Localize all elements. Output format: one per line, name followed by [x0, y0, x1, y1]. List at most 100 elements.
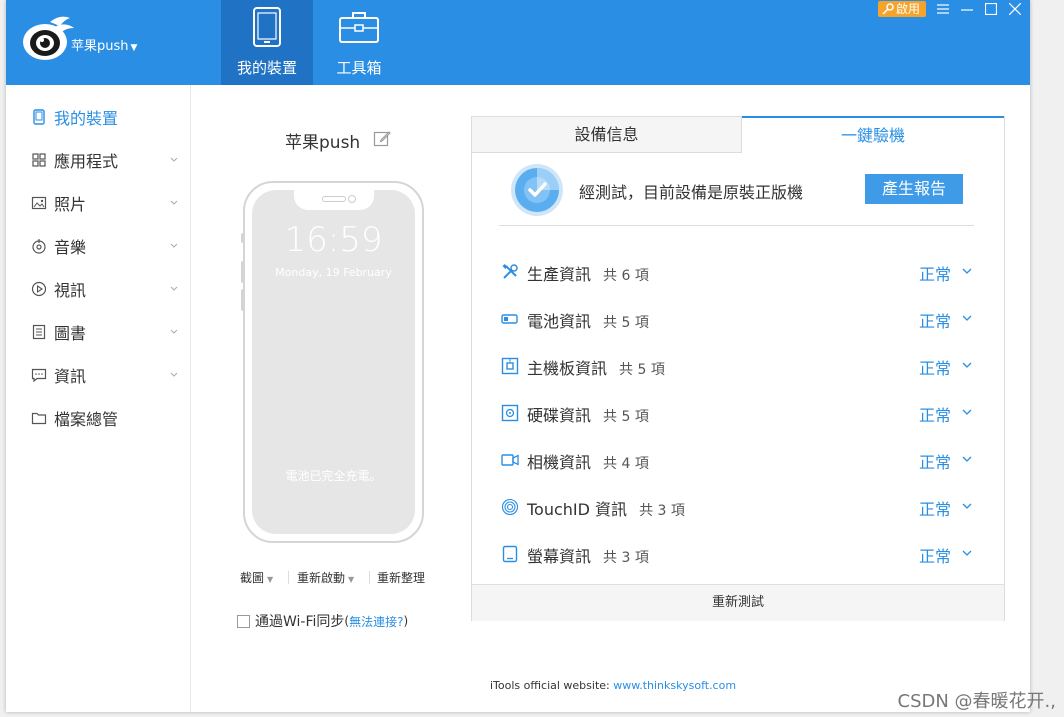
check-row-touchid[interactable]: TouchID 資訊共 3 項 正常: [499, 491, 979, 521]
generate-report-button[interactable]: 產生報告: [865, 174, 963, 204]
device-icon: [33, 108, 45, 125]
maximize-icon[interactable]: [984, 2, 998, 16]
edit-icon[interactable]: [373, 129, 391, 147]
check-row-name: 生產資訊: [527, 265, 592, 284]
folder-icon: [31, 412, 47, 424]
lockscreen-time: 16:59: [284, 220, 383, 260]
caret-down-icon: ▼: [348, 575, 355, 584]
sidebar-item-apps[interactable]: 應用程式: [6, 138, 190, 181]
check-row-label: 螢幕資訊共 3 項: [527, 543, 649, 567]
caret-down-icon: ▼: [130, 43, 138, 53]
check-row-status: 正常: [919, 500, 952, 519]
chevron-down-icon: [962, 268, 972, 274]
check-row-production[interactable]: 生產資訊共 6 項 正常: [499, 256, 979, 286]
wifi-sync-label: 通過Wi-Fi同步: [255, 614, 345, 630]
paren-close: ): [403, 614, 409, 628]
menu-icon[interactable]: [936, 2, 950, 16]
book-icon: [32, 324, 46, 339]
sidebar-item-label: 檔案總管: [54, 409, 119, 429]
check-row-status: 正常: [919, 453, 952, 472]
chevron-down-icon: [962, 456, 972, 462]
check-row-label: TouchID 資訊共 3 項: [527, 496, 685, 520]
phone-frame: 16:59 Monday, 19 February 電池已完全充電。: [243, 181, 424, 543]
watermark: CSDN @春暖花开.,: [897, 691, 1056, 712]
apps-grid-icon: [32, 152, 46, 167]
tab-my-device[interactable]: 我的裝置: [221, 0, 313, 85]
key-icon: [882, 3, 894, 15]
sidebar-item-books[interactable]: 圖書: [6, 310, 190, 353]
check-row-hard-disk[interactable]: 硬碟資訊共 5 項 正常: [499, 397, 979, 427]
check-row-motherboard[interactable]: 主機板資訊共 5 項 正常: [499, 350, 979, 380]
check-row-name: TouchID 資訊: [527, 500, 628, 519]
check-row-count: 共 5 項: [619, 362, 665, 378]
sidebar-item-photos[interactable]: 照片: [6, 181, 190, 224]
restart-button[interactable]: 重新啟動 ▼: [297, 569, 354, 586]
tab-toolbox-label: 工具箱: [336, 59, 382, 77]
chevron-down-icon: [962, 409, 972, 415]
chevron-down-icon: [170, 157, 178, 162]
close-icon[interactable]: [1008, 2, 1022, 16]
tab-one-click-check[interactable]: 一鍵驗機: [742, 116, 1004, 153]
check-row-battery[interactable]: 電池資訊共 5 項 正常: [499, 303, 979, 333]
reorganize-button-label: 重新整理: [377, 571, 426, 585]
check-row-screen[interactable]: 螢幕資訊共 3 項 正常: [499, 538, 979, 568]
enable-button[interactable]: 啟用: [877, 1, 926, 17]
sidebar-item-file-manager[interactable]: 檔案總管: [6, 396, 190, 439]
sidebar-item-my-device[interactable]: 我的裝置: [6, 95, 190, 138]
check-row-camera[interactable]: 相機資訊共 4 項 正常: [499, 444, 979, 474]
sidebar-item-label: 資訊: [54, 366, 87, 386]
lockscreen-date: Monday, 19 February: [275, 266, 392, 279]
minimize-icon[interactable]: [960, 2, 974, 16]
check-row-label: 主機板資訊共 5 項: [527, 355, 665, 379]
device-name: 苹果push: [285, 133, 361, 153]
chevron-down-icon: [170, 329, 178, 334]
divider: [499, 225, 974, 226]
camera-icon: [501, 454, 519, 466]
website-link[interactable]: www.thinkskysoft.com: [613, 679, 736, 692]
wifi-sync-option: 通過Wi-Fi同步 ( 無法連接? ): [237, 611, 408, 631]
cannot-connect-link[interactable]: 無法連接?: [349, 613, 403, 630]
chevron-down-icon: [962, 503, 972, 509]
tab-my-device-label: 我的裝置: [236, 59, 297, 77]
sidebar-item-label: 應用程式: [54, 151, 119, 171]
video-icon: [31, 281, 47, 296]
action-divider: [288, 571, 289, 584]
footer: iTools official website: www.thinkskysof…: [490, 679, 736, 692]
sidebar-item-messages[interactable]: 資訊: [6, 353, 190, 396]
tab-device-info[interactable]: 設備信息: [472, 117, 742, 153]
check-row-count: 共 6 項: [603, 268, 649, 284]
check-row-status: 正常: [919, 547, 952, 566]
check-row-count: 共 5 項: [603, 315, 649, 331]
motherboard-icon: [501, 357, 519, 375]
check-row-status: 正常: [919, 265, 952, 284]
screenshot-button[interactable]: 截圖 ▼: [240, 569, 273, 586]
restart-button-label: 重新啟動: [297, 571, 346, 585]
phone-icon: [253, 7, 281, 47]
chevron-down-icon: [170, 286, 178, 291]
message-icon: [31, 368, 47, 382]
check-row-count: 共 3 項: [603, 550, 649, 566]
battery-icon: [501, 314, 518, 324]
tab-toolbox[interactable]: 工具箱: [313, 0, 405, 85]
device-selector[interactable]: 苹果push ▼: [71, 35, 137, 54]
sidebar-item-label: 音樂: [54, 237, 87, 257]
check-result-icon: [511, 164, 563, 216]
check-row-status: 正常: [919, 406, 952, 425]
check-row-status: 正常: [919, 312, 952, 331]
itools-window: 苹果push ▼ 我的裝置 工具箱 啟用 我的裝置 應用程式 照片 音樂 視訊 …: [6, 0, 1030, 712]
tools-icon: [502, 264, 518, 279]
chevron-down-icon: [170, 200, 178, 205]
chevron-down-icon: [962, 550, 972, 556]
sidebar-item-music[interactable]: 音樂: [6, 224, 190, 267]
check-row-count: 共 5 項: [603, 409, 649, 425]
check-row-name: 硬碟資訊: [527, 406, 592, 425]
sidebar-item-video[interactable]: 視訊: [6, 267, 190, 310]
top-header: 苹果push ▼ 我的裝置 工具箱 啟用: [6, 0, 1030, 85]
reorganize-button[interactable]: 重新整理: [377, 569, 425, 586]
caret-down-icon: ▼: [267, 575, 274, 584]
wifi-sync-checkbox[interactable]: [237, 614, 250, 628]
phone-screen: 16:59 Monday, 19 February 電池已完全充電。: [252, 190, 415, 534]
retest-button[interactable]: 重新測試: [472, 584, 1004, 621]
chevron-down-icon: [962, 362, 972, 368]
sidebar-item-label: 我的裝置: [54, 108, 119, 128]
